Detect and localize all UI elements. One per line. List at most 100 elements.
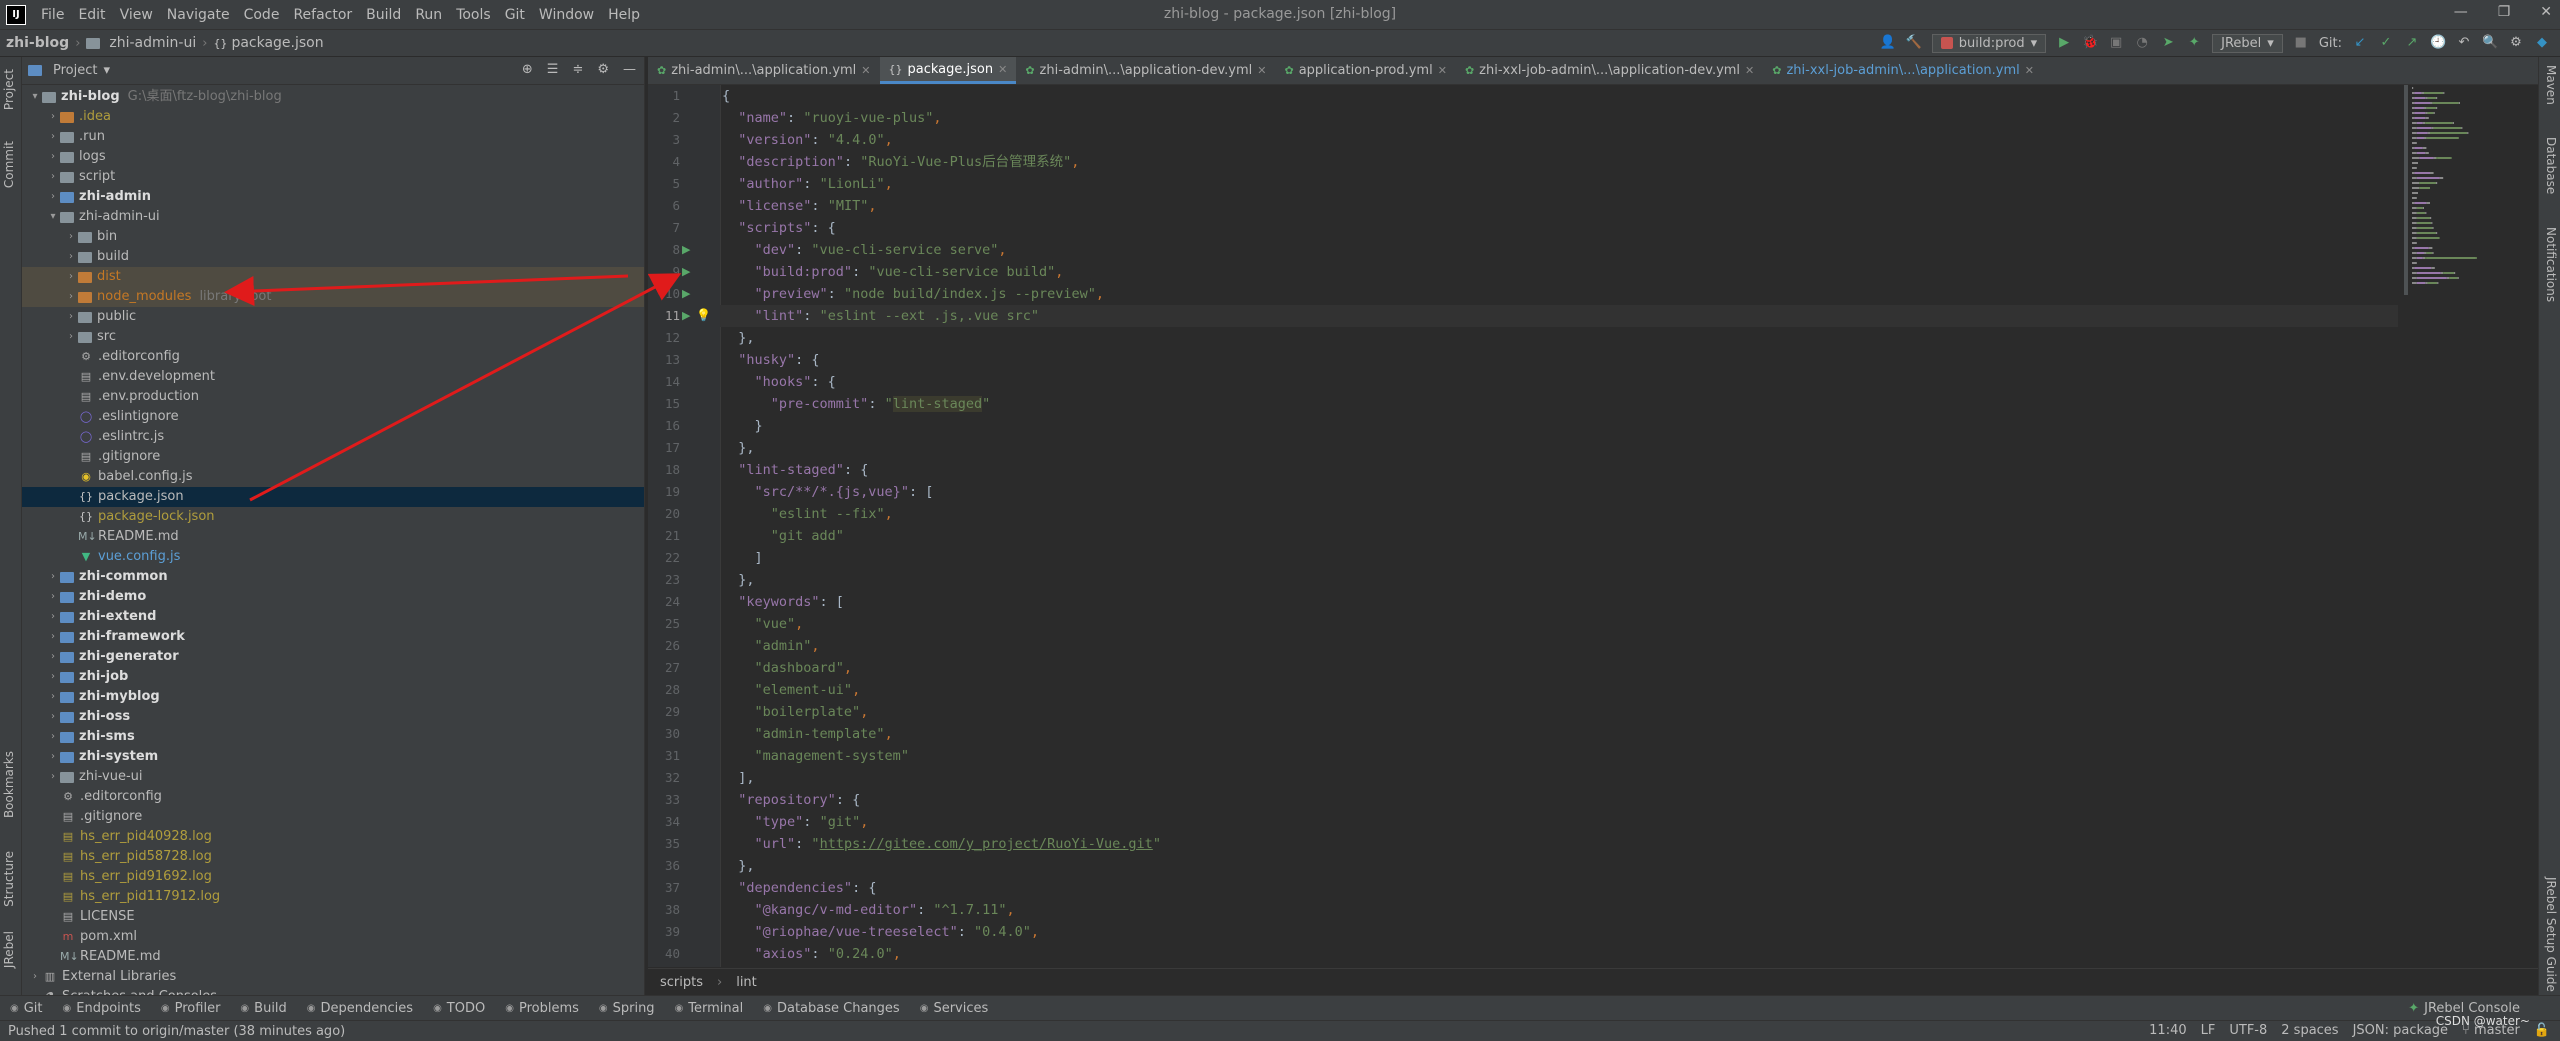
tree-item[interactable]: › node_modules library root (22, 287, 644, 307)
code-line[interactable]: "dev": "vue-cli-service serve", (720, 239, 2422, 261)
chevron-right-icon[interactable]: › (64, 307, 78, 327)
code-line[interactable]: "version": "4.4.0", (720, 129, 2422, 151)
coverage-icon[interactable]: ▣ (2108, 35, 2124, 51)
jrebel-tool-tab[interactable]: JRebel (2, 927, 16, 972)
breadcrumb-module[interactable]: zhi-admin-ui (80, 35, 202, 51)
tree-item[interactable]: ▤ .env.development (22, 367, 644, 387)
tree-item[interactable]: › src (22, 327, 644, 347)
settings-icon[interactable]: ⚙ (2508, 35, 2524, 51)
tool-window-services[interactable]: ◉ Services (910, 1001, 999, 1016)
stop-icon[interactable]: ■ (2293, 35, 2309, 51)
code-line[interactable]: } (720, 415, 2422, 437)
json-schema[interactable]: JSON: package (2353, 1023, 2448, 1038)
tree-item[interactable]: › zhi-generator (22, 647, 644, 667)
tree-item[interactable]: › zhi-common (22, 567, 644, 587)
chevron-down-icon[interactable]: ▾ (103, 63, 110, 78)
close-tab-icon[interactable]: ✕ (998, 63, 1007, 76)
chevron-right-icon[interactable]: › (46, 587, 60, 607)
code-line[interactable]: "vue", (720, 613, 2422, 635)
close-tab-icon[interactable]: ✕ (861, 64, 870, 77)
minimize-icon[interactable]: — (2454, 4, 2468, 20)
chevron-right-icon[interactable]: › (46, 167, 60, 187)
tool-window-spring[interactable]: ◉ Spring (589, 1001, 665, 1016)
menu-edit[interactable]: Edit (71, 7, 112, 23)
tree-item[interactable]: › zhi-demo (22, 587, 644, 607)
code-line[interactable]: "preview": "node build/index.js --previe… (720, 283, 2422, 305)
git-push-icon[interactable]: ↗ (2404, 35, 2420, 51)
expand-all-icon[interactable]: ☰ (547, 62, 559, 77)
code-line[interactable]: }, (720, 855, 2422, 877)
locate-file-icon[interactable]: ⊕ (522, 62, 533, 77)
chevron-right-icon[interactable]: › (64, 227, 78, 247)
tree-item[interactable]: › build (22, 247, 644, 267)
code-line[interactable]: "description": "RuoYi-Vue-Plus后台管理系统", (720, 151, 2422, 173)
run-script-icon[interactable]: ▶ (682, 309, 690, 322)
close-tab-icon[interactable]: ✕ (2025, 64, 2034, 77)
code-line[interactable]: "name": "ruoyi-vue-plus", (720, 107, 2422, 129)
tree-item[interactable]: ◉ babel.config.js (22, 467, 644, 487)
breadcrumb-lint[interactable]: lint (736, 975, 757, 990)
user-icon[interactable]: 👤 (1880, 35, 1896, 51)
maven-tool-tab[interactable]: Maven (2544, 65, 2558, 105)
chevron-down-icon[interactable]: ▾ (28, 87, 42, 107)
tree-item[interactable]: › zhi-job (22, 667, 644, 687)
tool-window-git[interactable]: ◉ Git (0, 1001, 53, 1016)
code-line[interactable]: "url": "https://gitee.com/y_project/RuoY… (720, 833, 2422, 855)
tree-item[interactable]: › dist (22, 267, 644, 287)
project-tool-tab[interactable]: Project (2, 65, 16, 114)
tree-item[interactable]: › zhi-sms (22, 727, 644, 747)
tool-window-database-changes[interactable]: ◉ Database Changes (753, 1001, 909, 1016)
tree-item[interactable]: › .idea (22, 107, 644, 127)
chevron-right-icon[interactable]: › (46, 647, 60, 667)
caret-position[interactable]: 11:40 (2149, 1023, 2186, 1038)
tree-item[interactable]: › script (22, 167, 644, 187)
jrebel-setup-guide-tab[interactable]: JRebel Setup Guide (2544, 877, 2558, 992)
chevron-right-icon[interactable]: › (46, 127, 60, 147)
tree-item[interactable]: › zhi-admin (22, 187, 644, 207)
editor-tab[interactable]: ✿ zhi-xxl-job-admin\...\application-dev.y… (1456, 57, 1763, 84)
breadcrumb-scripts[interactable]: scripts (660, 975, 703, 990)
chevron-right-icon[interactable]: › (46, 147, 60, 167)
editor-tab[interactable]: ✿ zhi-xxl-job-admin\...\application.yml ✕ (1763, 57, 2043, 84)
tree-item[interactable]: M↓ README.md (22, 527, 644, 547)
tree-item[interactable]: ▼ vue.config.js (22, 547, 644, 567)
code-line[interactable]: "element-ui", (720, 679, 2422, 701)
hide-panel-icon[interactable]: — (623, 62, 636, 77)
tool-window-dependencies[interactable]: ◉ Dependencies (297, 1001, 423, 1016)
jrebel-debug-icon[interactable]: ✦ (2186, 35, 2202, 51)
chevron-right-icon[interactable]: › (46, 747, 60, 767)
code-line[interactable]: "type": "git", (720, 811, 2422, 833)
jrebel-run-icon[interactable]: ➤ (2160, 35, 2176, 51)
search-icon[interactable]: 🔍 (2482, 35, 2498, 51)
tool-window-todo[interactable]: ◉ TODO (423, 1001, 495, 1016)
profile-icon[interactable]: ◔ (2134, 35, 2150, 51)
chevron-right-icon[interactable]: › (46, 687, 60, 707)
tree-item[interactable]: ◯ .eslintrc.js (22, 427, 644, 447)
status-message[interactable]: Pushed 1 commit to origin/master (38 min… (0, 1024, 345, 1039)
chevron-right-icon[interactable]: › (46, 107, 60, 127)
code-line[interactable]: "scripts": { (720, 217, 2422, 239)
chevron-right-icon[interactable]: › (64, 267, 78, 287)
tree-item[interactable]: › .run (22, 127, 644, 147)
chevron-right-icon[interactable]: › (64, 287, 78, 307)
rollback-icon[interactable]: ↶ (2456, 35, 2472, 51)
code-line[interactable]: }, (720, 327, 2422, 349)
code-line[interactable]: "lint-staged": { (720, 459, 2422, 481)
tool-window-terminal[interactable]: ◉ Terminal (665, 1001, 754, 1016)
tree-item[interactable]: ▾ zhi-blog G:\桌面\ftz-blog\zhi-blog (22, 87, 644, 107)
menu-tools[interactable]: Tools (449, 7, 498, 23)
chevron-right-icon[interactable]: › (46, 187, 60, 207)
file-encoding[interactable]: UTF-8 (2229, 1023, 2267, 1038)
intention-bulb-icon[interactable]: 💡 (696, 308, 711, 322)
menu-code[interactable]: Code (237, 7, 287, 23)
code-line[interactable]: "axios": "0.24.0", (720, 943, 2422, 965)
tree-item[interactable]: › zhi-vue-ui (22, 767, 644, 787)
editor-tab[interactable]: ✿ zhi-admin\...\application-dev.yml ✕ (1016, 57, 1275, 84)
code-line[interactable]: "management-system" (720, 745, 2422, 767)
tool-window-profiler[interactable]: ◉ Profiler (151, 1001, 231, 1016)
jrebel-select[interactable]: JRebel ▾ (2212, 33, 2283, 53)
tree-item[interactable]: › public (22, 307, 644, 327)
menu-git[interactable]: Git (498, 7, 532, 23)
restore-icon[interactable]: ❐ (2498, 4, 2511, 20)
project-view-title[interactable]: Project (53, 63, 97, 78)
